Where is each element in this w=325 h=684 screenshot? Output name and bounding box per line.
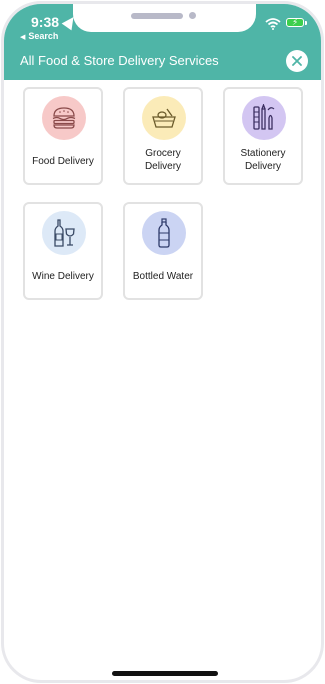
status-time: 9:38 [31, 14, 60, 30]
service-tile-food-delivery[interactable]: Food Delivery [23, 87, 103, 185]
service-tile-grocery-delivery[interactable]: Grocery Delivery [123, 87, 203, 185]
back-app-label: Search [28, 31, 59, 41]
grocery-basket-icon [142, 96, 186, 140]
front-camera [189, 12, 196, 19]
back-triangle-icon: ◀ [20, 34, 26, 41]
service-tile-stationery-delivery[interactable]: Stationery Delivery [223, 87, 303, 185]
wifi-icon [265, 18, 281, 30]
app-header: 9:38 ◀ Search ⚡ All Food & Store Delivery… [4, 4, 321, 80]
burger-icon [42, 96, 86, 140]
battery-icon: ⚡ [286, 17, 307, 27]
close-button[interactable] [286, 50, 308, 72]
home-indicator[interactable] [112, 671, 218, 676]
service-tile-bottled-water[interactable]: Bottled Water [123, 202, 203, 300]
back-to-app-link[interactable]: ◀ Search [20, 31, 58, 41]
device-notch [73, 4, 256, 32]
service-label: Bottled Water [132, 271, 194, 282]
service-label: Wine Delivery [32, 271, 94, 282]
service-label: Food Delivery [32, 156, 94, 167]
service-tile-wine-delivery[interactable]: Wine Delivery [23, 202, 103, 300]
water-bottle-icon [142, 211, 186, 255]
wine-icon [42, 211, 86, 255]
service-label: Stationery Delivery [240, 148, 286, 172]
stationery-icon [242, 96, 286, 140]
page-title: All Food & Store Delivery Services [20, 53, 219, 68]
service-label: Grocery Delivery [144, 148, 182, 172]
charging-bolt-icon: ⚡ [292, 17, 299, 27]
phone-screen: 9:38 ◀ Search ⚡ All Food & Store Delivery… [1, 1, 324, 683]
close-icon [292, 56, 302, 66]
speaker-grille [131, 13, 183, 19]
